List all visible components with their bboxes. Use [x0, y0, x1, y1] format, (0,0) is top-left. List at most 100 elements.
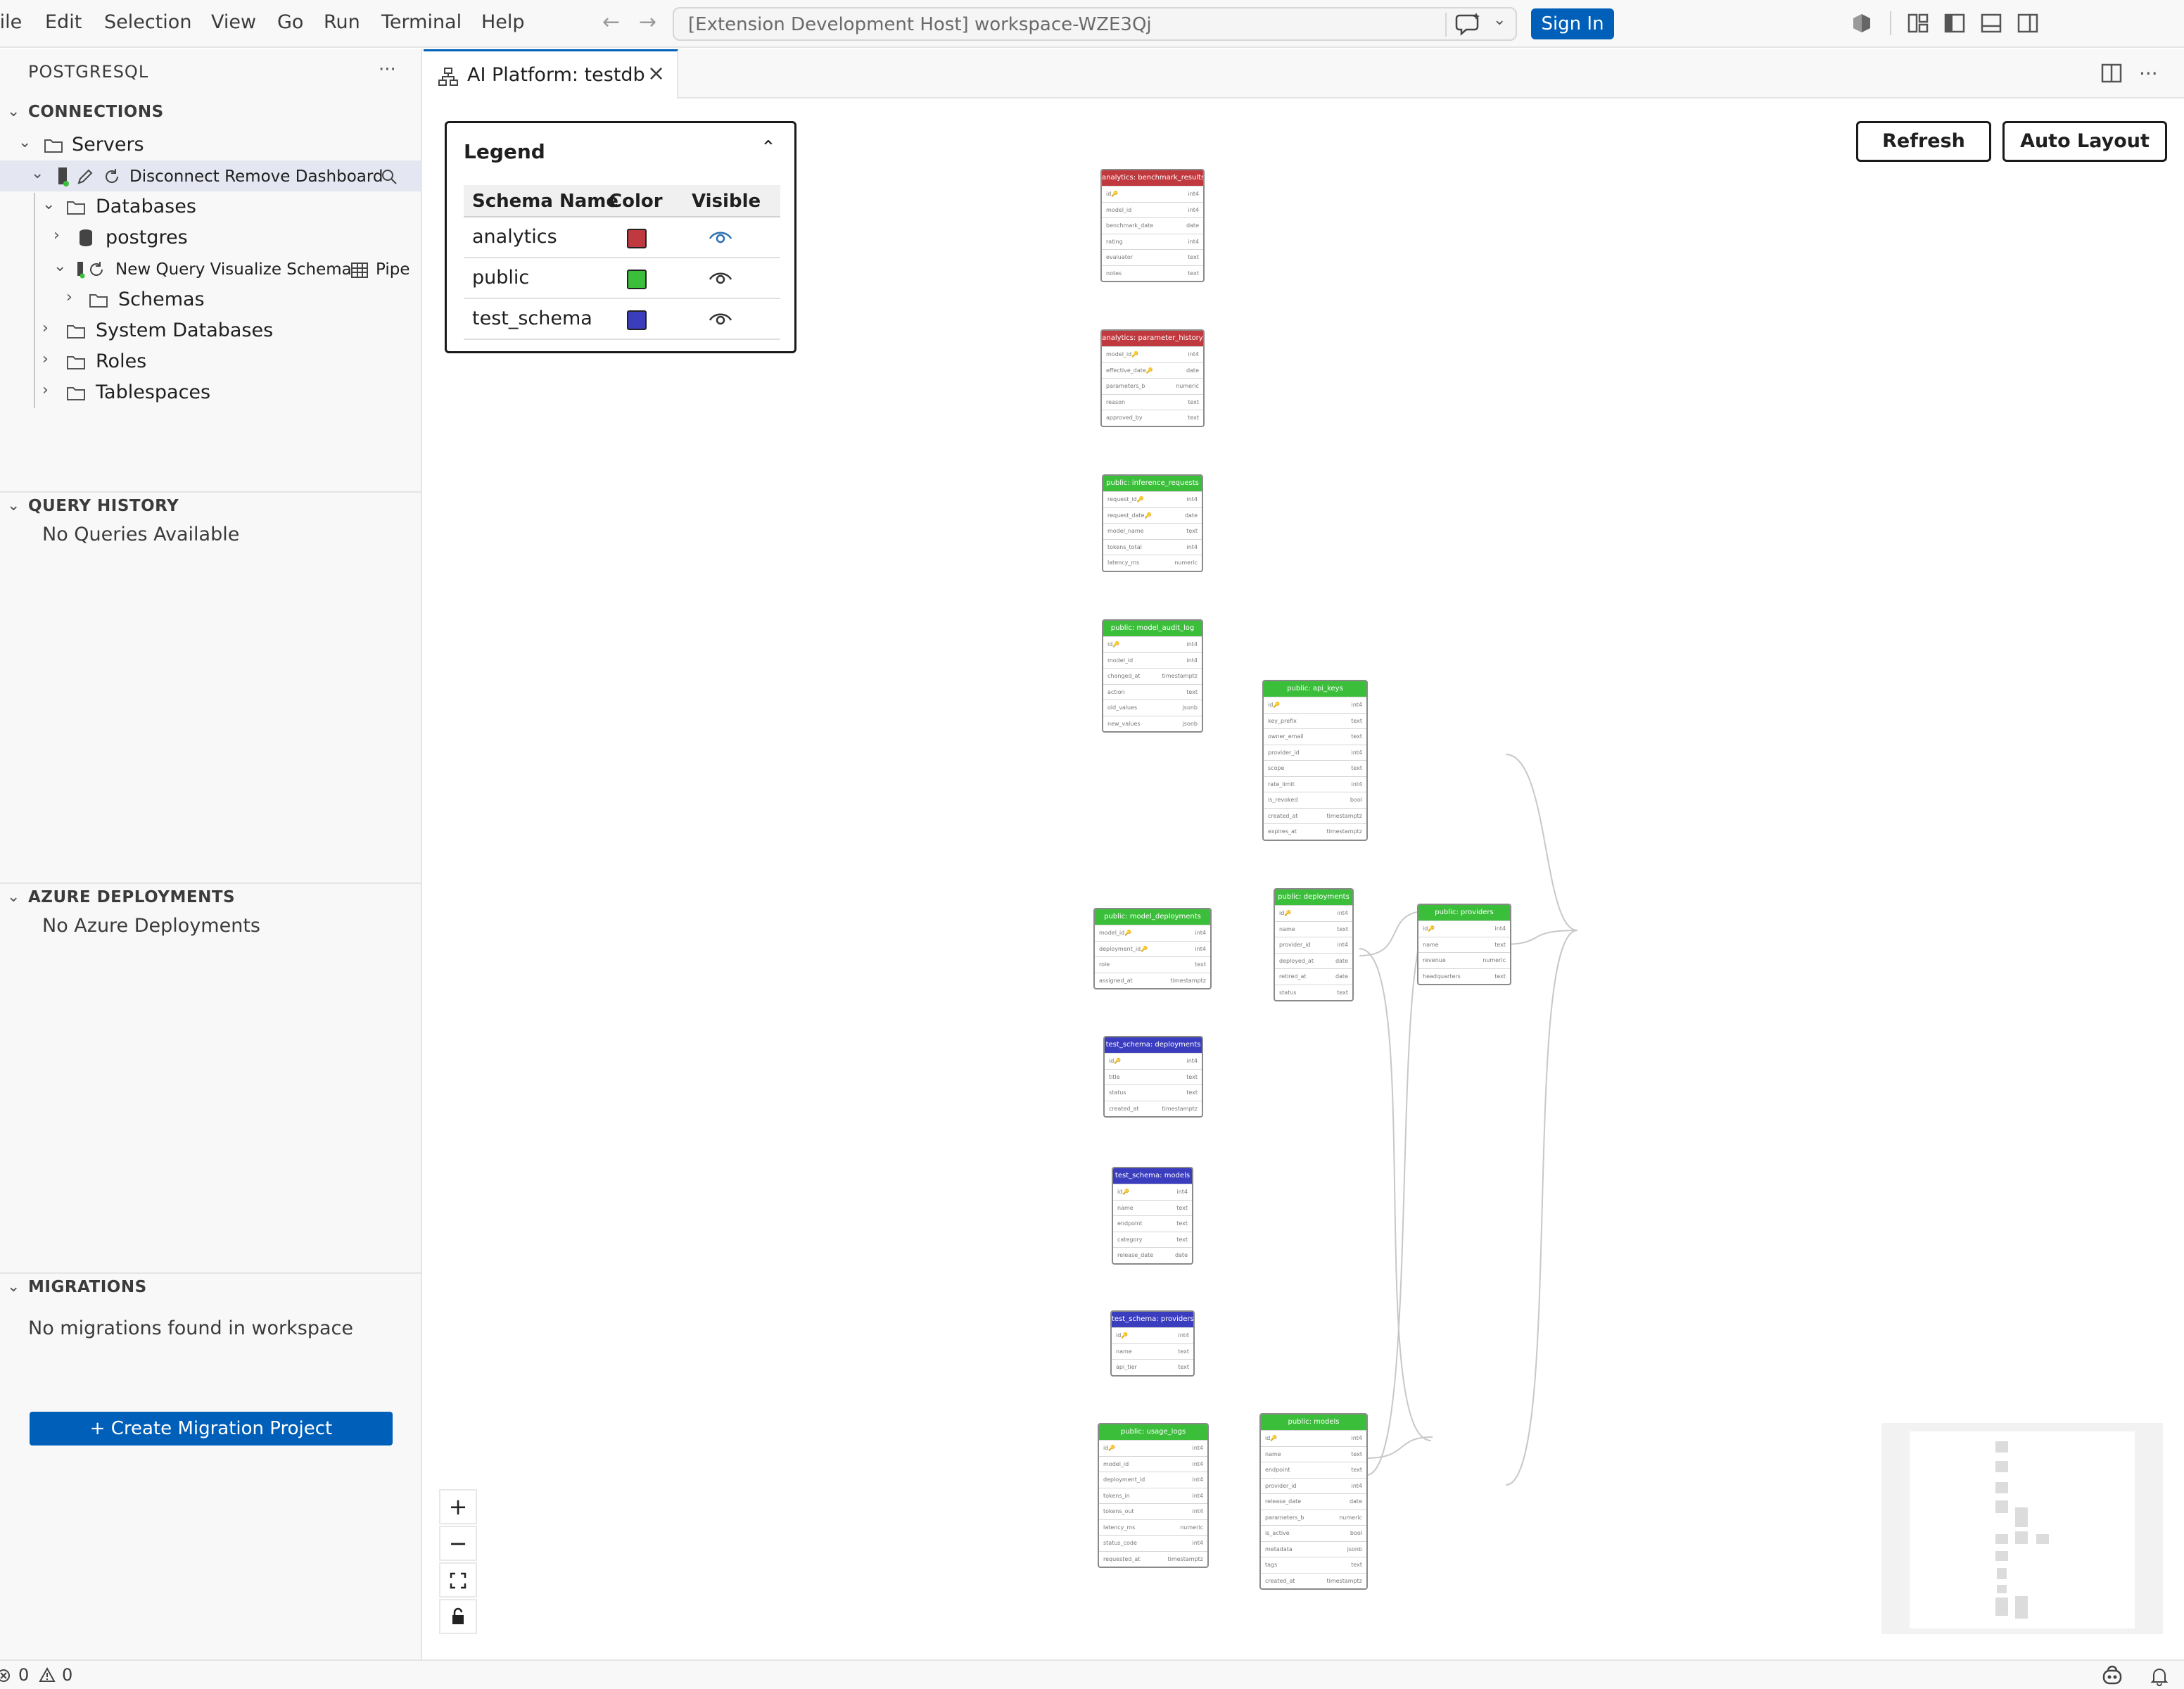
command-center[interactable]: [Extension Development Host] workspace-W… [673, 7, 1517, 41]
column-name: model_id [1103, 1460, 1129, 1467]
table-node-public-inference-requests[interactable]: public: inference_requests request_id🔑 int… [1102, 474, 1203, 572]
accounts-icon[interactable] [1850, 13, 1873, 34]
tree-item-roles[interactable]: › Roles [0, 346, 422, 377]
command-center-separator [1445, 13, 1447, 37]
column-name: provider_id [1279, 942, 1311, 948]
column-type: timestamptz [1326, 828, 1363, 835]
column-row: expires_at timestamptz [1264, 823, 1366, 840]
tree-item-system-databases[interactable]: › System Databases [0, 315, 422, 346]
more-icon[interactable]: ··· [2139, 62, 2158, 85]
eye-icon[interactable] [709, 310, 732, 327]
table-node-public-models[interactable]: public: models id🔑 int4 name text endpoint tex… [1259, 1413, 1368, 1590]
column-name: category [1117, 1236, 1143, 1243]
tab-ai-platform[interactable]: AI Platform: testdb × [424, 49, 678, 99]
more-icon[interactable]: ··· [379, 59, 396, 80]
column-name: created_at [1268, 812, 1298, 819]
column-type: numeric [1339, 1514, 1362, 1521]
db-actions[interactable]: New Query Visualize Schema [115, 260, 352, 279]
forward-arrow-icon[interactable]: → [639, 10, 656, 34]
column-row: deployment_id🔑 int4 [1095, 940, 1210, 957]
table-node-public-providers[interactable]: public: providers id🔑 int4 name text revenue n… [1417, 904, 1511, 985]
zoom-out-icon[interactable]: − [439, 1526, 477, 1561]
copilot-icon[interactable] [2101, 1665, 2123, 1686]
table-node-analytics-benchmark-results[interactable]: analytics: benchmark_results id🔑 int4 model… [1100, 169, 1205, 282]
toggle-primary-sidebar-icon[interactable] [1943, 13, 1966, 34]
customize-layout-icon[interactable] [1907, 13, 1929, 34]
tree-item-tablespaces[interactable]: › Tablespaces [0, 377, 422, 408]
menu-selection[interactable]: Selection [104, 11, 191, 33]
schema-canvas[interactable]: analytics: benchmark_results id🔑 int4 model… [424, 100, 2184, 1659]
error-count[interactable]: 0 [18, 1665, 29, 1685]
table-node-test-schema-deployments[interactable]: test_schema: deployments id🔑 int4 title text… [1103, 1036, 1203, 1118]
warning-count[interactable]: 0 [62, 1665, 72, 1685]
auto-layout-button[interactable]: Auto Layout [2002, 121, 2167, 162]
toggle-secondary-sidebar-icon[interactable] [2017, 13, 2039, 34]
column-row: parameters_b numeric [1102, 378, 1203, 394]
table-node-public-api-keys[interactable]: public: api_keys id🔑 int4 key_prefix text own… [1262, 680, 1368, 841]
legend-color-swatch[interactable] [627, 310, 647, 330]
back-arrow-icon[interactable]: ← [602, 10, 620, 34]
db-actions-more[interactable]: Pipe [376, 260, 410, 279]
table-node-public-model-audit-log[interactable]: public: model_audit_log id🔑 int4 model_id in… [1102, 619, 1203, 733]
table-icon[interactable] [350, 262, 369, 279]
close-icon[interactable]: × [647, 61, 665, 86]
copilot-chat-icon[interactable] [1455, 11, 1483, 37]
tree-item-databases[interactable]: ⌄ Databases [0, 191, 422, 222]
command-center-title: [Extension Development Host] workspace-W… [688, 14, 1152, 35]
chevron-up-icon[interactable]: ⌃ [761, 137, 776, 158]
menu-view[interactable]: View [211, 11, 256, 33]
table-node-test-schema-providers[interactable]: test_schema: providers id🔑 int4 name text api… [1110, 1310, 1195, 1377]
table-node-public-model-deployments[interactable]: public: model_deployments model_id🔑 int4 de… [1093, 908, 1212, 989]
menu-terminal[interactable]: Terminal [381, 11, 462, 33]
folder-icon [67, 356, 85, 369]
minimap[interactable] [1881, 1423, 2163, 1634]
warning-icon[interactable] [38, 1666, 56, 1683]
column-name: release_date [1117, 1252, 1154, 1258]
menu-go[interactable]: Go [277, 11, 303, 33]
error-icon[interactable] [0, 1668, 11, 1683]
menu-file[interactable]: File [0, 11, 22, 33]
azure-deployments-header[interactable]: ⌄ AZURE DEPLOYMENTS [0, 885, 422, 913]
server-actions[interactable]: Disconnect Remove Dashboard [129, 167, 383, 186]
column-row: is_revoked bool [1264, 792, 1366, 808]
tree-item-testdb[interactable]: ⌄ New Query Visualize Schema Pipe [0, 253, 422, 284]
toggle-panel-icon[interactable] [1980, 13, 2002, 34]
fit-view-icon[interactable] [439, 1562, 477, 1598]
connections-header[interactable]: ⌄ CONNECTIONS [0, 100, 422, 128]
zoom-in-icon[interactable]: + [439, 1489, 477, 1524]
menu-help[interactable]: Help [481, 11, 525, 33]
column-type: text [1351, 1450, 1362, 1457]
column-name: approved_by [1106, 415, 1143, 421]
table-node-public-deployments[interactable]: public: deployments id🔑 int4 name text provid… [1274, 888, 1354, 1001]
servers-label: Servers [72, 134, 144, 156]
column-row: created_at timestamptz [1105, 1100, 1202, 1117]
legend-color-swatch[interactable] [627, 270, 647, 289]
sign-in-button[interactable]: Sign In [1531, 8, 1614, 39]
chevron-down-icon[interactable]: ⌄ [1493, 11, 1506, 29]
table-node-test-schema-models[interactable]: test_schema: models id🔑 int4 name text endpoi… [1112, 1167, 1193, 1265]
create-migration-project-button[interactable]: + Create Migration Project [30, 1412, 393, 1446]
tree-item-schemas[interactable]: › Schemas [0, 284, 422, 315]
menu-run[interactable]: Run [324, 11, 360, 33]
column-name: provider_id [1268, 749, 1300, 756]
edit-icon[interactable] [76, 167, 94, 186]
eye-icon[interactable] [709, 270, 732, 286]
refresh-icon[interactable] [103, 167, 121, 186]
refresh-icon[interactable] [87, 260, 106, 279]
connections-label: CONNECTIONS [28, 103, 164, 121]
split-editor-icon[interactable] [2101, 63, 2122, 83]
lock-icon[interactable] [439, 1599, 477, 1634]
query-history-header[interactable]: ⌄ QUERY HISTORY [0, 494, 422, 522]
refresh-button[interactable]: Refresh [1856, 121, 1991, 162]
table-node-analytics-parameter-history[interactable]: analytics: parameter_history model_id🔑 int… [1100, 329, 1205, 427]
bell-icon[interactable] [2150, 1666, 2169, 1686]
tree-item-server[interactable]: ⌄ Disconnect Remove Dashboard [0, 160, 422, 191]
legend-color-swatch[interactable] [627, 229, 647, 248]
search-icon[interactable] [380, 167, 398, 186]
eye-icon[interactable] [709, 229, 732, 246]
menu-edit[interactable]: Edit [45, 11, 82, 33]
migrations-header[interactable]: ⌄ MIGRATIONS [0, 1275, 422, 1303]
tree-item-postgres[interactable]: › postgres [0, 222, 422, 253]
tree-item-servers[interactable]: ⌄ Servers [0, 129, 422, 160]
table-node-public-usage-logs[interactable]: public: usage_logs id🔑 int4 model_id int4 dep… [1098, 1423, 1209, 1568]
